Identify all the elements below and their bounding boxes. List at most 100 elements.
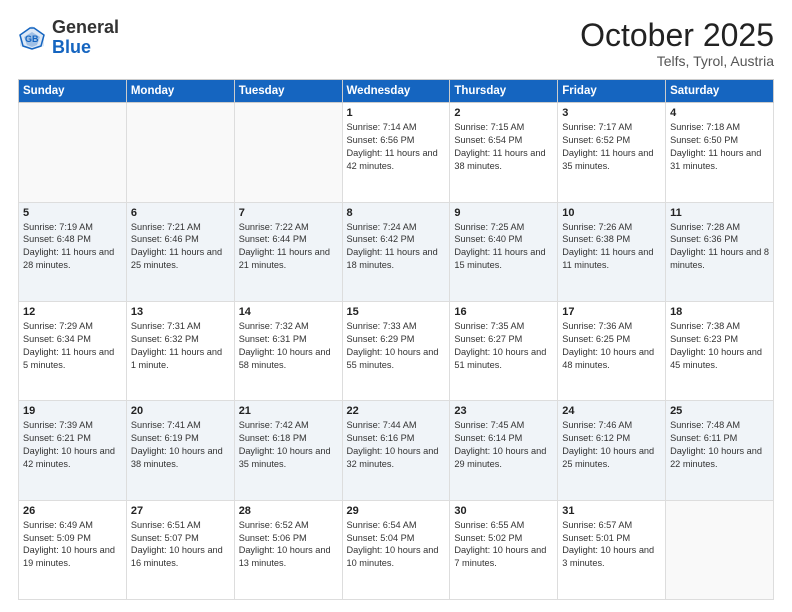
day-info: Sunrise: 7:28 AM Sunset: 6:36 PM Dayligh… [670,221,769,273]
day-number: 30 [454,505,553,517]
calendar-table: SundayMondayTuesdayWednesdayThursdayFrid… [18,79,774,600]
week-row-4: 19Sunrise: 7:39 AM Sunset: 6:21 PM Dayli… [19,401,774,500]
day-info: Sunrise: 7:33 AM Sunset: 6:29 PM Dayligh… [347,320,446,372]
day-number: 28 [239,505,338,517]
calendar-cell: 30Sunrise: 6:55 AM Sunset: 5:02 PM Dayli… [450,500,558,599]
day-info: Sunrise: 7:44 AM Sunset: 6:16 PM Dayligh… [347,419,446,471]
calendar-cell: 7Sunrise: 7:22 AM Sunset: 6:44 PM Daylig… [234,202,342,301]
day-number: 9 [454,207,553,219]
calendar-cell [19,103,127,202]
day-info: Sunrise: 7:14 AM Sunset: 6:56 PM Dayligh… [347,121,446,173]
calendar-cell: 9 Sunrise: 7:25 AM Sunset: 6:40 PM Daylig… [450,202,558,301]
day-info: Sunrise: 7:48 AM Sunset: 6:11 PM Dayligh… [670,419,769,471]
calendar-cell: 26 Sunrise: 6:49 AM Sunset: 5:09 PM Dayli… [19,500,127,599]
svg-text:GB: GB [25,34,39,44]
day-info: Sunrise: 6:49 AM Sunset: 5:09 PM Dayligh… [23,519,122,571]
month-title: October 2025 [580,18,774,53]
day-number: 17 [562,306,661,318]
day-number: 16 [454,306,553,318]
day-info: Sunrise: 6:57 AM Sunset: 5:01 PM Dayligh… [562,519,661,571]
title-block: October 2025 Telfs, Tyrol, Austria [580,18,774,69]
day-info: Sunrise: 7:36 AM Sunset: 6:25 PM Dayligh… [562,320,661,372]
day-number: 23 [454,405,553,417]
day-number: 29 [347,505,446,517]
calendar-cell: 1 Sunrise: 7:14 AM Sunset: 6:56 PM Daylig… [342,103,450,202]
calendar-cell: 11Sunrise: 7:28 AM Sunset: 6:36 PM Dayli… [666,202,774,301]
calendar-cell: 4 Sunrise: 7:18 AM Sunset: 6:50 PM Daylig… [666,103,774,202]
day-number: 12 [23,306,122,318]
day-number: 18 [670,306,769,318]
day-number: 2 [454,107,553,119]
day-info: Sunrise: 7:45 AM Sunset: 6:14 PM Dayligh… [454,419,553,471]
calendar-cell: 8 Sunrise: 7:24 AM Sunset: 6:42 PM Daylig… [342,202,450,301]
calendar-cell: 31Sunrise: 6:57 AM Sunset: 5:01 PM Dayli… [558,500,666,599]
day-info: Sunrise: 7:25 AM Sunset: 6:40 PM Dayligh… [454,221,553,273]
calendar-cell: 16 Sunrise: 7:35 AM Sunset: 6:27 PM Dayli… [450,301,558,400]
calendar-cell: 2 Sunrise: 7:15 AM Sunset: 6:54 PM Daylig… [450,103,558,202]
calendar-cell: 18 Sunrise: 7:38 AM Sunset: 6:23 PM Dayli… [666,301,774,400]
day-number: 5 [23,207,122,219]
calendar-cell: 10 Sunrise: 7:26 AM Sunset: 6:38 PM Dayli… [558,202,666,301]
day-number: 19 [23,405,122,417]
weekday-header-sunday: Sunday [19,80,127,103]
day-info: Sunrise: 7:38 AM Sunset: 6:23 PM Dayligh… [670,320,769,372]
day-number: 15 [347,306,446,318]
day-info: Sunrise: 7:24 AM Sunset: 6:42 PM Dayligh… [347,221,446,273]
day-number: 10 [562,207,661,219]
calendar-cell: 5Sunrise: 7:19 AM Sunset: 6:48 PM Daylig… [19,202,127,301]
day-number: 13 [131,306,230,318]
calendar-cell: 13 Sunrise: 7:31 AM Sunset: 6:32 PM Dayli… [126,301,234,400]
day-number: 4 [670,107,769,119]
day-info: Sunrise: 7:18 AM Sunset: 6:50 PM Dayligh… [670,121,769,173]
day-info: Sunrise: 7:26 AM Sunset: 6:38 PM Dayligh… [562,221,661,273]
calendar-cell: 20Sunrise: 7:41 AM Sunset: 6:19 PM Dayli… [126,401,234,500]
calendar-cell: 21Sunrise: 7:42 AM Sunset: 6:18 PM Dayli… [234,401,342,500]
day-info: Sunrise: 7:17 AM Sunset: 6:52 PM Dayligh… [562,121,661,173]
day-info: Sunrise: 7:42 AM Sunset: 6:18 PM Dayligh… [239,419,338,471]
day-info: Sunrise: 6:52 AM Sunset: 5:06 PM Dayligh… [239,519,338,571]
day-number: 25 [670,405,769,417]
week-row-3: 12 Sunrise: 7:29 AM Sunset: 6:34 PM Dayli… [19,301,774,400]
day-info: Sunrise: 6:51 AM Sunset: 5:07 PM Dayligh… [131,519,230,571]
day-info: Sunrise: 7:41 AM Sunset: 6:19 PM Dayligh… [131,419,230,471]
calendar-cell: 12 Sunrise: 7:29 AM Sunset: 6:34 PM Dayli… [19,301,127,400]
logo-text: General Blue [52,18,119,58]
day-number: 8 [347,207,446,219]
day-number: 26 [23,505,122,517]
calendar-cell: 24Sunrise: 7:46 AM Sunset: 6:12 PM Dayli… [558,401,666,500]
calendar-cell: 15 Sunrise: 7:33 AM Sunset: 6:29 PM Dayli… [342,301,450,400]
calendar-cell: 14Sunrise: 7:32 AM Sunset: 6:31 PM Dayli… [234,301,342,400]
week-row-5: 26 Sunrise: 6:49 AM Sunset: 5:09 PM Dayli… [19,500,774,599]
calendar-cell [126,103,234,202]
weekday-header-tuesday: Tuesday [234,80,342,103]
day-info: Sunrise: 6:54 AM Sunset: 5:04 PM Dayligh… [347,519,446,571]
day-number: 24 [562,405,661,417]
weekday-header-saturday: Saturday [666,80,774,103]
logo-icon: GB [18,24,46,52]
day-info: Sunrise: 7:35 AM Sunset: 6:27 PM Dayligh… [454,320,553,372]
calendar-cell: 28 Sunrise: 6:52 AM Sunset: 5:06 PM Dayli… [234,500,342,599]
calendar-cell: 27 Sunrise: 6:51 AM Sunset: 5:07 PM Dayli… [126,500,234,599]
day-number: 6 [131,207,230,219]
weekday-header-friday: Friday [558,80,666,103]
calendar-cell: 3 Sunrise: 7:17 AM Sunset: 6:52 PM Daylig… [558,103,666,202]
day-number: 1 [347,107,446,119]
day-info: Sunrise: 7:15 AM Sunset: 6:54 PM Dayligh… [454,121,553,173]
day-info: Sunrise: 7:32 AM Sunset: 6:31 PM Dayligh… [239,320,338,372]
day-info: Sunrise: 7:29 AM Sunset: 6:34 PM Dayligh… [23,320,122,372]
location: Telfs, Tyrol, Austria [580,53,774,69]
week-row-1: 1 Sunrise: 7:14 AM Sunset: 6:56 PM Daylig… [19,103,774,202]
calendar-cell: 6Sunrise: 7:21 AM Sunset: 6:46 PM Daylig… [126,202,234,301]
day-number: 7 [239,207,338,219]
day-info: Sunrise: 7:31 AM Sunset: 6:32 PM Dayligh… [131,320,230,372]
day-number: 3 [562,107,661,119]
weekday-header-row: SundayMondayTuesdayWednesdayThursdayFrid… [19,80,774,103]
logo-general-text: General [52,17,119,37]
day-number: 27 [131,505,230,517]
weekday-header-thursday: Thursday [450,80,558,103]
calendar-cell: 23 Sunrise: 7:45 AM Sunset: 6:14 PM Dayli… [450,401,558,500]
weekday-header-wednesday: Wednesday [342,80,450,103]
day-number: 22 [347,405,446,417]
weekday-header-monday: Monday [126,80,234,103]
calendar-cell: 22 Sunrise: 7:44 AM Sunset: 6:16 PM Dayli… [342,401,450,500]
